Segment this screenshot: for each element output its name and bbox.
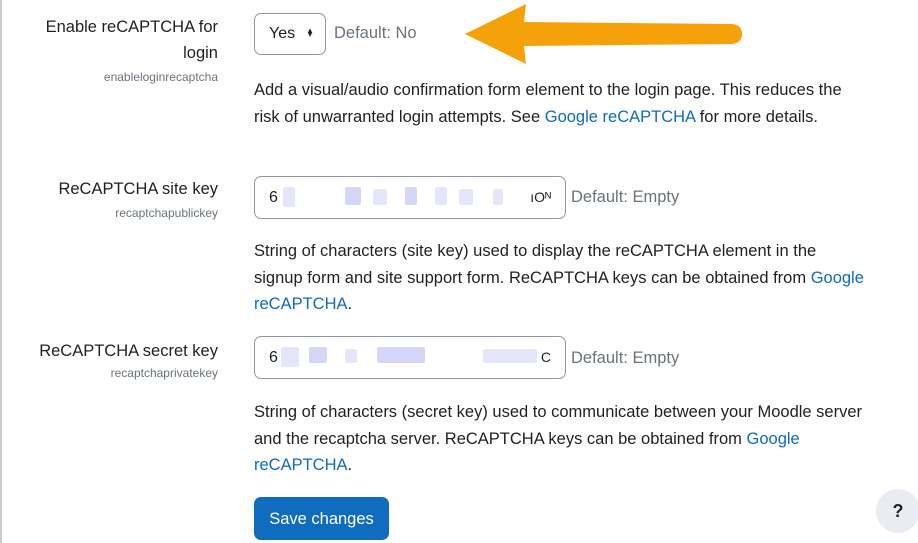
enable-recaptcha-label: Enable reCAPTCHA for login — [46, 14, 218, 66]
site-key-setting-name: recaptchapublickey — [115, 206, 218, 220]
enable-recaptcha-description: Add a visual/audio confirmation form ele… — [254, 77, 864, 130]
secret-key-default: Default: Empty — [571, 349, 680, 367]
label-line-2: login — [183, 44, 218, 62]
redaction-blur — [483, 349, 537, 363]
redaction-blur — [435, 187, 447, 205]
help-button[interactable]: ? — [876, 489, 918, 533]
redaction-blur — [377, 347, 425, 363]
site-key-default: Default: Empty — [571, 188, 680, 206]
redaction-blur — [459, 189, 473, 205]
orange-arrow-icon — [465, 4, 742, 64]
select-value: Yes — [269, 25, 296, 42]
redaction-blur — [345, 187, 361, 205]
google-recaptcha-link[interactable]: Google reCAPTCHA — [545, 108, 695, 126]
secret-key-value-start: 6 — [269, 349, 278, 366]
redaction-blur — [405, 187, 417, 205]
redaction-blur — [345, 349, 357, 363]
desc-text-end: . — [347, 295, 353, 313]
site-key-description: String of characters (site key) used to … — [254, 238, 864, 318]
label-line-1: Enable reCAPTCHA for — [45, 18, 218, 36]
secret-key-input[interactable]: 6 C — [254, 336, 566, 379]
redaction-blur — [283, 187, 295, 207]
desc-text: String of characters (site key) used to … — [254, 242, 817, 287]
site-key-value-end: ıOᴺ — [530, 189, 551, 205]
desc-text-end: for more details. — [695, 107, 819, 126]
chevron-updown-icon: ▴▾ — [306, 26, 316, 34]
site-key-value-start: 6 — [269, 189, 278, 206]
enable-recaptcha-default: Default: No — [334, 24, 417, 42]
enable-recaptcha-select[interactable]: Yes ▴▾ — [254, 13, 326, 55]
secret-key-label: ReCAPTCHA secret key — [39, 342, 218, 360]
page-left-border — [0, 0, 2, 543]
enable-recaptcha-setting-name: enableloginrecaptcha — [103, 70, 218, 84]
secret-key-value-end: C — [540, 349, 551, 365]
redaction-blur — [493, 189, 503, 205]
desc-text-end: . — [347, 456, 353, 474]
redaction-blur — [309, 347, 327, 363]
redaction-blur — [373, 189, 387, 205]
site-key-label: ReCAPTCHA site key — [58, 180, 218, 198]
redaction-blur — [281, 347, 299, 367]
save-changes-button[interactable]: Save changes — [254, 497, 389, 540]
secret-key-setting-name: recaptchaprivatekey — [110, 366, 218, 380]
site-key-input[interactable]: 6 ıOᴺ — [254, 176, 566, 219]
secret-key-description: String of characters (secret key) used t… — [254, 399, 864, 479]
